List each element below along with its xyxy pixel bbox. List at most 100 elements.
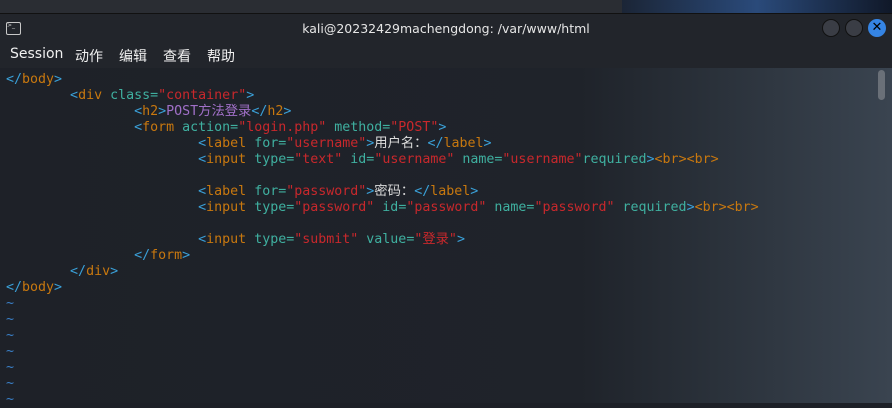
attribute: for= bbox=[246, 184, 287, 199]
maximize-button[interactable] bbox=[845, 19, 863, 37]
title-bar: >_ kali@20232429machengdong: /var/www/ht… bbox=[0, 13, 892, 44]
text bbox=[6, 200, 198, 215]
tag-bracket: > bbox=[182, 248, 191, 263]
tag-bracket: > bbox=[158, 104, 167, 119]
tag-name: input bbox=[206, 200, 247, 215]
attribute: value= bbox=[358, 232, 415, 247]
text: 用户名： bbox=[374, 136, 428, 151]
tag-bracket: > bbox=[110, 264, 119, 279]
tag-name: <br> bbox=[654, 152, 687, 167]
attribute: type= bbox=[246, 152, 295, 167]
terminal-editor[interactable]: </body> <div class="container"> <h2>POST… bbox=[0, 68, 892, 407]
tag-name: label bbox=[206, 136, 247, 151]
attribute: class= bbox=[102, 88, 159, 103]
text bbox=[6, 264, 70, 279]
tag-bracket: < bbox=[198, 152, 207, 167]
attribute: name= bbox=[454, 152, 503, 167]
tag-bracket: </ bbox=[251, 104, 268, 119]
code-line: <label for="password">密码：</label> bbox=[6, 184, 759, 200]
text bbox=[6, 120, 134, 135]
menu-actions[interactable]: 动作 bbox=[75, 46, 103, 66]
menu-edit[interactable]: 编辑 bbox=[119, 46, 147, 66]
tag-name: label bbox=[443, 136, 484, 151]
empty-line-marker: ~ bbox=[6, 296, 15, 311]
string: "password" bbox=[294, 200, 375, 215]
code-line: <label for="username">用户名：</label> bbox=[6, 136, 759, 152]
text bbox=[6, 152, 198, 167]
attribute: id= bbox=[374, 200, 407, 215]
empty-line-marker: ~ bbox=[6, 328, 15, 343]
tag-name: form bbox=[150, 248, 183, 263]
string: "username" bbox=[286, 136, 367, 151]
tag-bracket: < bbox=[198, 232, 207, 247]
string: "login.php" bbox=[238, 120, 327, 135]
scrollbar[interactable] bbox=[878, 70, 885, 100]
tag-name: form bbox=[142, 120, 175, 135]
tag-name: label bbox=[430, 184, 471, 199]
empty-line-marker: ~ bbox=[6, 376, 15, 391]
tag-name: body bbox=[22, 72, 55, 87]
tag-name: h2 bbox=[267, 104, 284, 119]
menu-session[interactable]: Session bbox=[10, 46, 63, 62]
tag-bracket: </ bbox=[427, 136, 444, 151]
string: "password" bbox=[286, 184, 367, 199]
attribute: required bbox=[614, 200, 687, 215]
menu-view[interactable]: 查看 bbox=[163, 46, 191, 66]
tag-name: <br> bbox=[694, 200, 727, 215]
tag-bracket: > bbox=[686, 200, 695, 215]
attribute: type= bbox=[246, 232, 295, 247]
code-view: </body> <div class="container"> <h2>POST… bbox=[6, 72, 759, 408]
tag-bracket: > bbox=[456, 232, 465, 247]
tag-name: h2 bbox=[142, 104, 159, 119]
empty-line-marker: ~ bbox=[6, 392, 15, 407]
code-line: </body> bbox=[6, 72, 759, 88]
tag-bracket: </ bbox=[134, 248, 151, 263]
code-line: </div> bbox=[6, 264, 759, 280]
attribute: id= bbox=[342, 152, 375, 167]
tag-bracket: </ bbox=[70, 264, 87, 279]
attribute: type= bbox=[246, 200, 295, 215]
tag-bracket: > bbox=[283, 104, 292, 119]
text bbox=[6, 232, 198, 247]
code-line: <input type="password" id="password" nam… bbox=[6, 200, 759, 216]
tag-bracket: > bbox=[470, 184, 479, 199]
window-title: kali@20232429machengdong: /var/www/html bbox=[302, 21, 590, 36]
tag-name: label bbox=[206, 184, 247, 199]
tag-bracket: < bbox=[70, 88, 79, 103]
code-line: </body> bbox=[6, 280, 759, 296]
string: "container" bbox=[158, 88, 247, 103]
tag-name: div bbox=[86, 264, 111, 279]
tag-bracket: </ bbox=[6, 280, 23, 295]
string: "submit" bbox=[294, 232, 359, 247]
close-button[interactable]: ✕ bbox=[868, 19, 886, 37]
tag-name: div bbox=[78, 88, 103, 103]
tag-bracket: > bbox=[646, 152, 655, 167]
empty-line-marker: ~ bbox=[6, 312, 15, 327]
tag-bracket: < bbox=[198, 200, 207, 215]
text bbox=[6, 104, 134, 119]
text bbox=[6, 248, 134, 263]
attribute: method= bbox=[326, 120, 391, 135]
string: "登录" bbox=[414, 232, 457, 247]
code-line: </form> bbox=[6, 248, 759, 264]
text: POST方法登录 bbox=[166, 104, 252, 119]
string: "POST" bbox=[390, 120, 439, 135]
string: "password" bbox=[534, 200, 615, 215]
minimize-button[interactable] bbox=[822, 19, 840, 37]
code-line: <form action="login.php" method="POST"> bbox=[6, 120, 759, 136]
code-line: <input type="text" id="username" name="u… bbox=[6, 152, 759, 168]
attribute: required bbox=[582, 152, 647, 167]
menu-help[interactable]: 帮助 bbox=[207, 46, 235, 66]
tag-name: input bbox=[206, 152, 247, 167]
tag-name: <br> bbox=[726, 200, 759, 215]
text bbox=[6, 184, 198, 199]
tag-bracket: </ bbox=[414, 184, 431, 199]
desktop-background-strip bbox=[0, 0, 892, 13]
attribute: name= bbox=[486, 200, 535, 215]
tag-bracket: > bbox=[54, 72, 63, 87]
tag-name: input bbox=[206, 232, 247, 247]
text bbox=[6, 136, 198, 151]
tag-bracket: < bbox=[134, 104, 143, 119]
menu-bar: Session 动作 编辑 查看 帮助 bbox=[0, 44, 892, 68]
code-line: <h2>POST方法登录</h2> bbox=[6, 104, 759, 120]
